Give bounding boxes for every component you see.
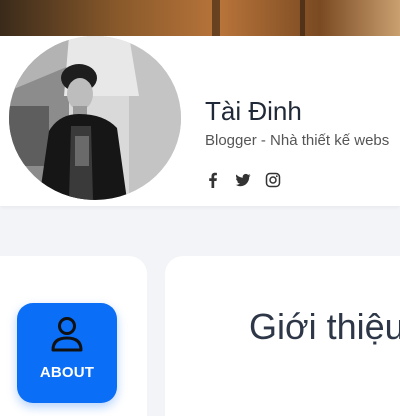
about-button-label: ABOUT	[39, 364, 95, 381]
avatar-photo	[9, 36, 181, 200]
cover-banner	[0, 0, 400, 36]
person-icon	[51, 317, 83, 352]
social-links	[205, 172, 281, 188]
cover-decoration	[300, 0, 305, 36]
avatar[interactable]	[9, 36, 181, 200]
profile-tagline: Blogger - Nhà thiết kế webs	[205, 132, 390, 149]
profile-name: Tài Đinh	[205, 96, 302, 126]
facebook-icon[interactable]	[205, 172, 221, 188]
profile-card: Tài Đinh Blogger - Nhà thiết kế webs	[0, 36, 400, 206]
cover-decoration	[212, 0, 220, 36]
section-title: Giới thiệu	[249, 306, 400, 347]
instagram-icon[interactable]	[265, 172, 281, 188]
about-button[interactable]: ABOUT	[17, 303, 117, 403]
twitter-icon[interactable]	[235, 172, 251, 188]
